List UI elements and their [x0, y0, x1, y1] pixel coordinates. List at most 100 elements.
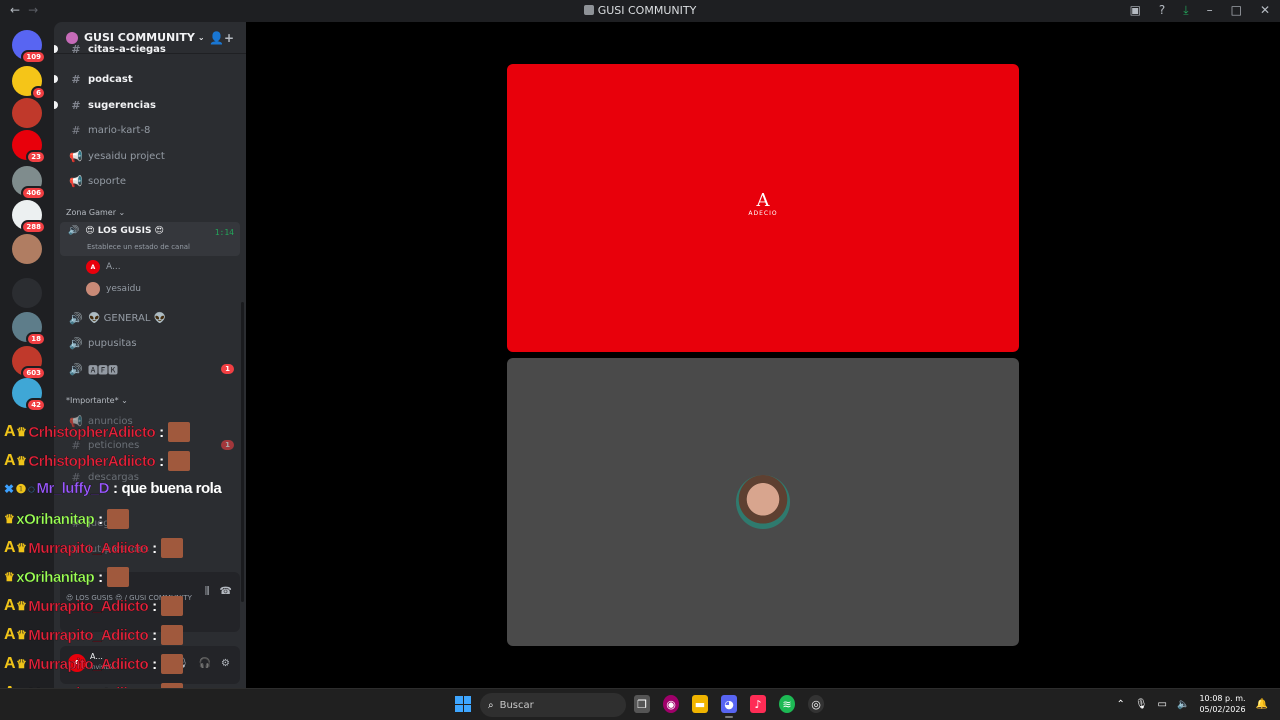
chat-message: ♛ xOrihanitap:	[4, 509, 129, 529]
windows-start-icon[interactable]	[455, 696, 471, 712]
stream-tile[interactable]: A ADECIO	[507, 64, 1019, 352]
category-zona-gamer[interactable]: Zona Gamer ⌄	[66, 208, 125, 217]
voice-user[interactable]: A A...	[86, 260, 121, 274]
avatar	[86, 282, 100, 296]
disconnect-icon[interactable]: ☎	[220, 586, 232, 597]
voice-user-name: A...	[106, 262, 121, 272]
server-icon[interactable]: 603	[12, 346, 46, 380]
emote-icon	[160, 596, 183, 616]
chat-username: Murrapito_Adiicto	[28, 597, 149, 615]
crown-badge-icon: ♛	[16, 454, 27, 468]
voice-channel-1[interactable]: 🔊 pupusitas	[62, 332, 238, 354]
server-icon[interactable]: 18	[12, 312, 46, 346]
megaphone-icon: 📢	[69, 174, 83, 188]
mention-badge: 1	[221, 364, 234, 374]
chat-username: Murrapito_Adiicto	[28, 626, 149, 644]
close-icon[interactable]: ✕	[1260, 3, 1270, 18]
participant-tile[interactable]	[507, 358, 1019, 646]
unread-badge: 288	[21, 220, 46, 234]
chat-username: xOrihanitap	[16, 568, 95, 586]
volume-icon[interactable]: 🔈	[1177, 699, 1189, 710]
hash-icon: #	[71, 72, 81, 86]
notification-icon[interactable]: 🔔	[1256, 699, 1268, 710]
channel-name: sugerencias	[88, 99, 156, 111]
chat-message: A♛Murrapito_Adiicto:	[4, 596, 183, 616]
help-icon[interactable]: ?	[1159, 3, 1165, 18]
obs-icon[interactable]: ◉	[663, 695, 679, 713]
adicto-badge-icon: A	[4, 423, 16, 440]
hash-icon: #	[71, 123, 81, 137]
crown-badge-icon: ♛	[16, 628, 27, 642]
emote-icon	[160, 538, 183, 558]
discord-icon[interactable]: ◕	[721, 695, 737, 718]
soundboard-icon[interactable]: ⫼	[205, 586, 210, 597]
taskbar-search[interactable]: ⌕ Buscar	[480, 693, 626, 717]
adicto-badge-icon: A	[4, 539, 16, 556]
tiktok-icon[interactable]: ♪	[750, 695, 766, 713]
emote-icon	[160, 625, 183, 645]
one-badge-icon: ❶	[15, 481, 27, 496]
maximize-icon[interactable]: □	[1231, 3, 1242, 18]
stream-logo: A ADECIO	[507, 192, 1019, 218]
clock-date: 05/02/2026	[1199, 705, 1246, 714]
spotify-icon[interactable]: ≋	[779, 695, 795, 713]
channel-4[interactable]: 📢 yesaidu project	[62, 145, 238, 167]
unread-badge: 42	[26, 398, 46, 412]
voice-channel-2[interactable]: 🔊 🅰🅵🅺 1	[62, 358, 238, 380]
clock[interactable]: 10:08 p. m. 05/02/2026	[1199, 693, 1245, 715]
download-icon[interactable]: ⤓	[1183, 3, 1188, 18]
window-title-text: GUSI COMMUNITY	[597, 4, 697, 17]
sidebar-scrollbar[interactable]	[241, 302, 244, 602]
category-importante[interactable]: *Importante* ⌄	[66, 396, 128, 405]
video-stage: A ADECIO	[246, 22, 1280, 688]
server-icon[interactable]: 109	[12, 30, 46, 64]
minimize-icon[interactable]: –	[1207, 3, 1213, 18]
server-icon[interactable]: 406	[12, 166, 46, 200]
microphone-tray-icon[interactable]: 🎙	[1135, 699, 1148, 710]
server-icon[interactable]	[12, 234, 42, 264]
network-icon[interactable]: ▭	[1158, 699, 1167, 710]
server-icon[interactable]	[12, 98, 42, 128]
server-icon[interactable]: 6	[12, 66, 46, 100]
channel-sidebar: GUSI COMMUNITY ⌄ 👤+ # citas-a-ciegas # podc…	[54, 22, 246, 688]
channel-status[interactable]: Establece un estado de canal	[87, 243, 190, 251]
chat-username: Mr_luffy_D	[36, 480, 109, 497]
title-bar: ← → GUSI COMMUNITY ▣ ? ⤓ – □ ✕	[0, 0, 1280, 22]
chat-username: CrhistopherAdiicto	[28, 423, 156, 441]
crown-badge-icon: ♛	[4, 512, 15, 526]
taskbar: ⌕ Buscar ❐ ◉ ▬ ◕ ♪ ≋ ◎ ⌃ 🎙 ▭ 🔈 10:08 p. …	[0, 688, 1280, 720]
crown-badge-icon: ♛	[16, 599, 27, 613]
voice-timer: 1:14	[214, 228, 234, 237]
channel-3[interactable]: # mario-kart-8	[62, 119, 238, 141]
crown-badge-icon: ♛	[16, 425, 27, 439]
task-view-icon[interactable]: ❐	[634, 695, 650, 713]
server-icon[interactable]	[12, 278, 42, 308]
channel-name: soporte	[88, 175, 126, 187]
chevron-up-icon[interactable]: ⌃	[1116, 699, 1124, 710]
file-explorer-icon[interactable]: ▬	[692, 695, 708, 713]
voice-channel-active[interactable]: 🔊 😍 LOS GUSIS 😍 1:14 Establece un estado …	[60, 222, 240, 256]
hash-icon: #	[71, 42, 81, 56]
channel-5[interactable]: 📢 soporte	[62, 170, 238, 192]
crown-badge-icon: ♛	[16, 541, 27, 555]
server-icon[interactable]: 23	[12, 130, 46, 164]
voice-channel-0[interactable]: 🔊 👽 GENERAL 👽	[62, 307, 238, 329]
headphones-icon[interactable]: 🎧	[199, 658, 211, 669]
chat-username: xOrihanitap	[16, 510, 95, 528]
avatar: A	[86, 260, 100, 274]
chat-colon: :	[159, 452, 164, 470]
gear-icon[interactable]: ⚙	[221, 658, 230, 669]
server-icon[interactable]: 42	[12, 378, 46, 412]
inbox-icon[interactable]: ▣	[1130, 3, 1141, 18]
channel-name: citas-a-ciegas	[88, 43, 166, 55]
voice-user-name: yesaidu	[106, 284, 141, 294]
channel-name: 🅰🅵🅺	[88, 365, 118, 377]
channel-0[interactable]: # citas-a-ciegas	[54, 38, 238, 60]
server-icon[interactable]: 288	[12, 200, 46, 234]
channel-2[interactable]: # sugerencias	[54, 94, 238, 116]
channel-1[interactable]: # podcast	[54, 68, 238, 90]
chrome-icon[interactable]: ◎	[808, 695, 824, 713]
voice-user[interactable]: yesaidu	[86, 282, 141, 296]
voice-channel-name: 😍 LOS GUSIS 😍	[85, 226, 164, 236]
logo-text: ADECIO	[748, 210, 778, 217]
